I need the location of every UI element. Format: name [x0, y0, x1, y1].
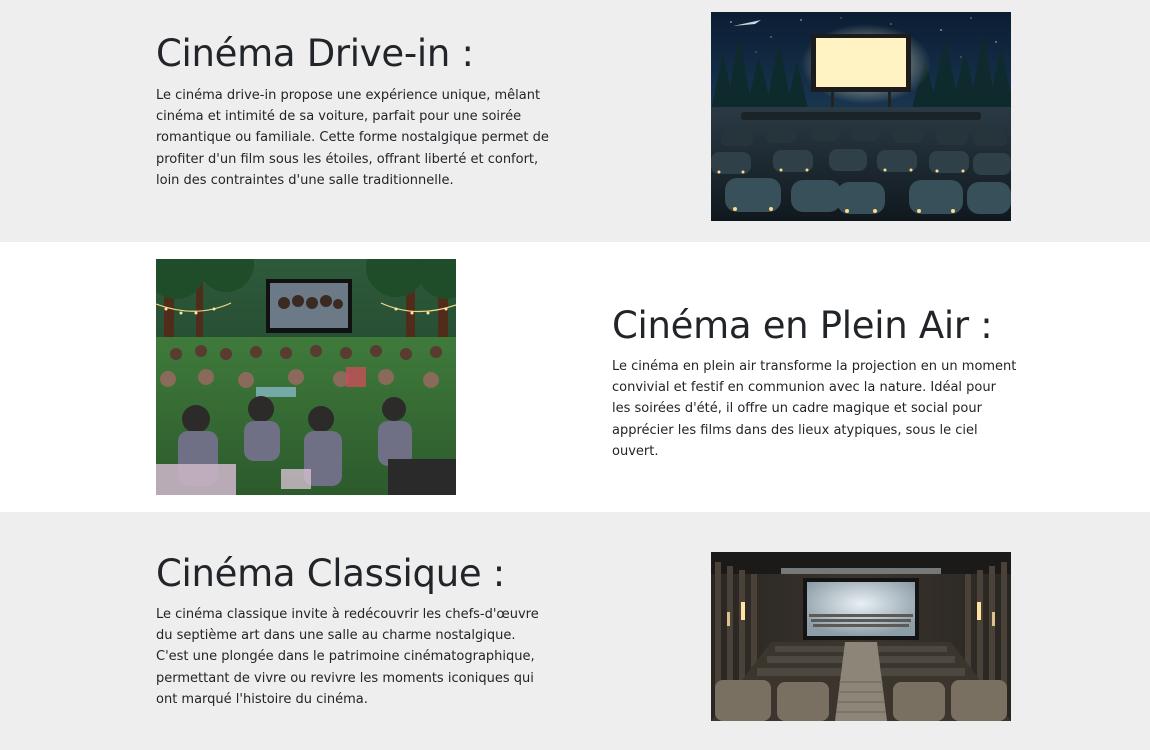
- section-title: Cinéma Drive-in :: [156, 32, 474, 75]
- plein-air-image: [156, 259, 456, 495]
- section-classique: Cinéma Classique : Le cinéma classique i…: [0, 512, 1150, 750]
- section-title: Cinéma Classique :: [156, 552, 505, 595]
- classique-image: [711, 552, 1011, 721]
- section-plein-air: Cinéma en Plein Air : Le cinéma en plein…: [0, 242, 1150, 512]
- section-drive-in: Cinéma Drive-in : Le cinéma drive-in pro…: [0, 0, 1150, 242]
- section-title: Cinéma en Plein Air :: [612, 304, 993, 347]
- drive-in-image: [711, 12, 1011, 221]
- section-description: Le cinéma drive-in propose une expérienc…: [156, 88, 549, 188]
- section-description: Le cinéma en plein air transforme la pro…: [612, 359, 1017, 459]
- section-description: Le cinéma classique invite à redécouvrir…: [156, 607, 539, 707]
